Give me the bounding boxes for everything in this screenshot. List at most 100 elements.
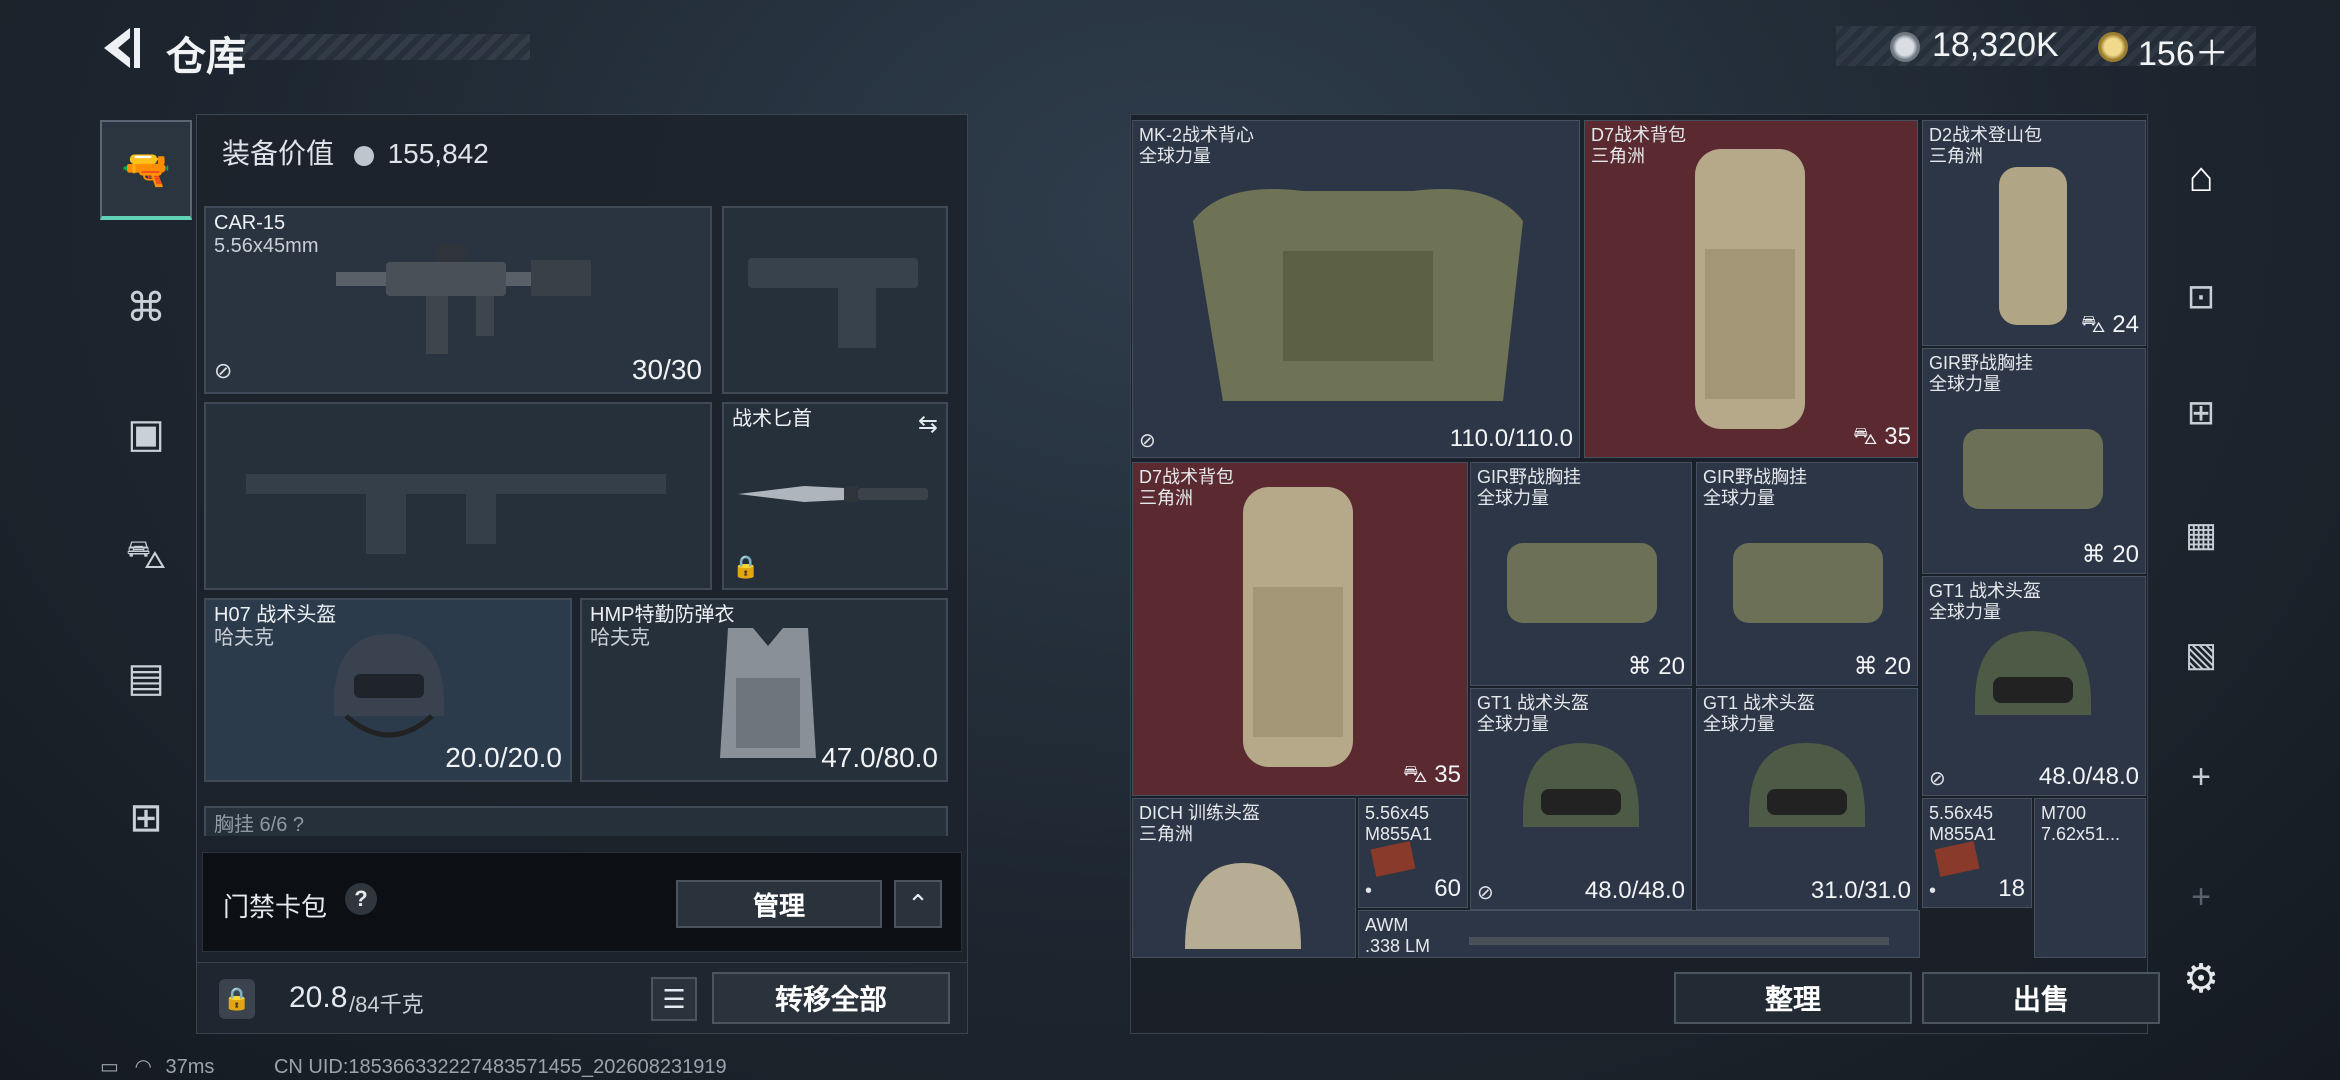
item-name: D7战术背包 — [1139, 467, 1235, 487]
ammo-dot-icon: • — [1365, 880, 1373, 902]
helmet-icon — [1749, 743, 1865, 827]
stash-item[interactable]: 5.56x45 M855A1 • 60 — [1358, 798, 1468, 908]
armor-durability: 47.0/80.0 — [821, 742, 938, 773]
stash-item[interactable]: GT1 战术头盔 全球力量 ⊘ 48.0/48.0 — [1922, 576, 2146, 796]
stash-item[interactable]: GT1 战术头盔 全球力量 31.0/31.0 — [1696, 688, 1918, 910]
no-insure-icon: ⊘ — [1929, 768, 1946, 790]
title-decoration — [240, 34, 530, 60]
weight-max: /84千克 — [349, 992, 424, 1017]
gold-coin-icon — [2098, 32, 2128, 62]
uid-text: CN UID:185366332227483571455_20260823191… — [273, 1056, 727, 1078]
helmet-icon — [1523, 743, 1639, 827]
item-capacity-value: 20 — [1658, 653, 1685, 680]
item-name: 5.56x45 — [1929, 803, 1994, 823]
item-capacity: ⌘ 20 — [1627, 653, 1685, 680]
item-capacity: ⛍ 35 — [1852, 423, 1911, 450]
nav-clipboard-icon[interactable]: ▤ — [100, 628, 192, 728]
ping-value: 37ms — [165, 1056, 215, 1078]
back-arrow-icon[interactable] — [96, 24, 144, 72]
stash-item[interactable]: GIR野战胸挂 全球力量 ⌘ 20 — [1696, 462, 1918, 686]
stash-item[interactable]: GIR野战胸挂 全球力量 ⌘ 20 — [1922, 348, 2146, 574]
item-durability: 110.0/110.0 — [1449, 425, 1573, 452]
loadout-value-amount: 155,842 — [387, 138, 489, 169]
item-capacity-value: 35 — [1434, 761, 1461, 788]
item-name: GIR野战胸挂 — [1929, 353, 2034, 373]
secondary-weapon-slot-empty[interactable] — [204, 402, 712, 590]
item-name: GT1 战术头盔 — [1477, 693, 1590, 713]
item-count: 60 — [1434, 875, 1461, 902]
tactical-vest-icon — [1193, 189, 1523, 401]
item-count: 18 — [1998, 875, 2025, 902]
stash-item[interactable]: D7战术背包 三角洲 ⛍ 35 — [1584, 120, 1918, 458]
item-origin: 全球力量 — [1703, 488, 1775, 508]
manage-button[interactable]: 管理 — [676, 880, 882, 928]
melee-slot[interactable]: 战术匕首 ⇆ 🔒 — [722, 402, 948, 590]
chest-rig-row[interactable]: 胸挂 6/6 ? — [204, 806, 948, 836]
add-container-icon[interactable]: ⊞ — [2166, 378, 2236, 448]
item-origin: M855A1 — [1929, 824, 1997, 844]
stash-home-icon[interactable]: ⌂ — [2166, 142, 2236, 212]
melee-name: 战术匕首 — [732, 408, 812, 430]
primary-weapon-slot[interactable]: CAR-15 5.56x45mm ⊘ 30/30 — [204, 206, 712, 394]
weapon-ammo: 5.56x45mm — [214, 235, 319, 257]
item-capacity: ⌘ 20 — [2081, 541, 2139, 568]
add-tab-icon[interactable]: + — [2166, 742, 2236, 812]
stash-item[interactable]: GT1 战术头盔 全球力量 ⊘ 48.0/48.0 — [1470, 688, 1692, 910]
nav-chest-rig-icon[interactable]: ⌘ — [100, 258, 192, 358]
item-origin: .338 LM — [1365, 936, 1431, 956]
lock-icon[interactable]: 🔒 — [219, 979, 255, 1019]
gold-currency-value[interactable]: 156＋ — [2138, 26, 2229, 75]
item-name: GIR野战胸挂 — [1477, 467, 1582, 487]
backpack-icon — [1243, 487, 1353, 767]
item-durability: 48.0/48.0 — [2038, 763, 2139, 790]
swap-icon[interactable]: ⇆ — [918, 410, 938, 439]
backpack-icon — [1999, 167, 2067, 325]
stash-item[interactable]: D7战术背包 三角洲 ⛍ 35 — [1132, 462, 1468, 796]
weapon-name: CAR-15 — [214, 212, 286, 234]
item-capacity-value: 20 — [1884, 653, 1911, 680]
nav-backpack-icon[interactable]: ▣ — [100, 384, 192, 484]
item-origin: 全球力量 — [1929, 374, 2001, 394]
item-capacity-value: 35 — [1884, 423, 1911, 450]
filter-equipment-icon[interactable]: ⊡ — [2166, 262, 2236, 332]
loadout-value-label: 装备价值 — [222, 138, 335, 169]
pistol-silhouette-icon — [748, 258, 918, 348]
filter-folder-icon[interactable]: ▦ — [2166, 500, 2236, 570]
item-name: MK-2战术背心 — [1139, 125, 1255, 145]
silver-currency-value: 18,320K — [1932, 26, 2059, 64]
stash-item[interactable]: 5.56x45 M855A1 • 18 — [1922, 798, 2032, 908]
stash-item[interactable]: DICH 训练头盔 三角洲 — [1132, 798, 1356, 958]
item-name: D7战术背包 — [1591, 125, 1687, 145]
page-title: 仓库 — [166, 35, 246, 79]
stash-item[interactable]: MK-2战术背心 全球力量 ⊘ 110.0/110.0 — [1132, 120, 1580, 458]
nav-weapon-icon[interactable]: 🔫 — [100, 120, 192, 220]
no-insure-icon: ⊘ — [1477, 882, 1494, 904]
nav-case-icon[interactable]: ⊞ — [100, 768, 192, 868]
item-origin: 三角洲 — [1139, 824, 1193, 844]
item-name: GT1 战术头盔 — [1929, 581, 2042, 601]
knife-icon — [738, 486, 928, 502]
armor-vest-icon — [720, 628, 816, 758]
item-capacity-value: 24 — [2112, 311, 2139, 338]
list-view-icon[interactable]: ☰ — [651, 977, 697, 1021]
transfer-all-button[interactable]: 转移全部 — [712, 972, 950, 1024]
item-name: AWM — [1365, 915, 1409, 935]
stash-item[interactable]: GIR野战胸挂 全球力量 ⌘ 20 — [1470, 462, 1692, 686]
settings-gear-icon[interactable]: ⚙ — [2166, 944, 2236, 1014]
pistol-slot-empty[interactable] — [722, 206, 948, 394]
keycard-label: 门禁卡包 — [223, 892, 328, 922]
armor-slot[interactable]: HMP特勤防弹衣 哈夫克 47.0/80.0 — [580, 598, 948, 782]
filter-box-icon[interactable]: ▧ — [2166, 620, 2236, 690]
rifle-icon — [336, 244, 591, 354]
helmet-slot[interactable]: H07 战术头盔 哈夫克 20.0/20.0 — [204, 598, 572, 782]
sort-button[interactable]: 整理 — [1674, 972, 1912, 1024]
stash-item[interactable]: AWM .338 LM — [1358, 910, 1920, 958]
keycard-help-icon[interactable]: ? — [345, 883, 377, 915]
sell-button[interactable]: 出售 — [1922, 972, 2160, 1024]
no-insure-icon: ⊘ — [214, 358, 233, 383]
chest-rig-icon — [1507, 543, 1657, 623]
stash-item[interactable]: D2战术登山包 三角洲 ⛍ 24 — [1922, 120, 2146, 346]
chevron-up-icon[interactable]: ⌃ — [894, 880, 942, 928]
stash-item[interactable]: M700 7.62x51... — [2034, 798, 2146, 958]
nav-bag-icon[interactable]: ⛍ — [100, 508, 192, 608]
